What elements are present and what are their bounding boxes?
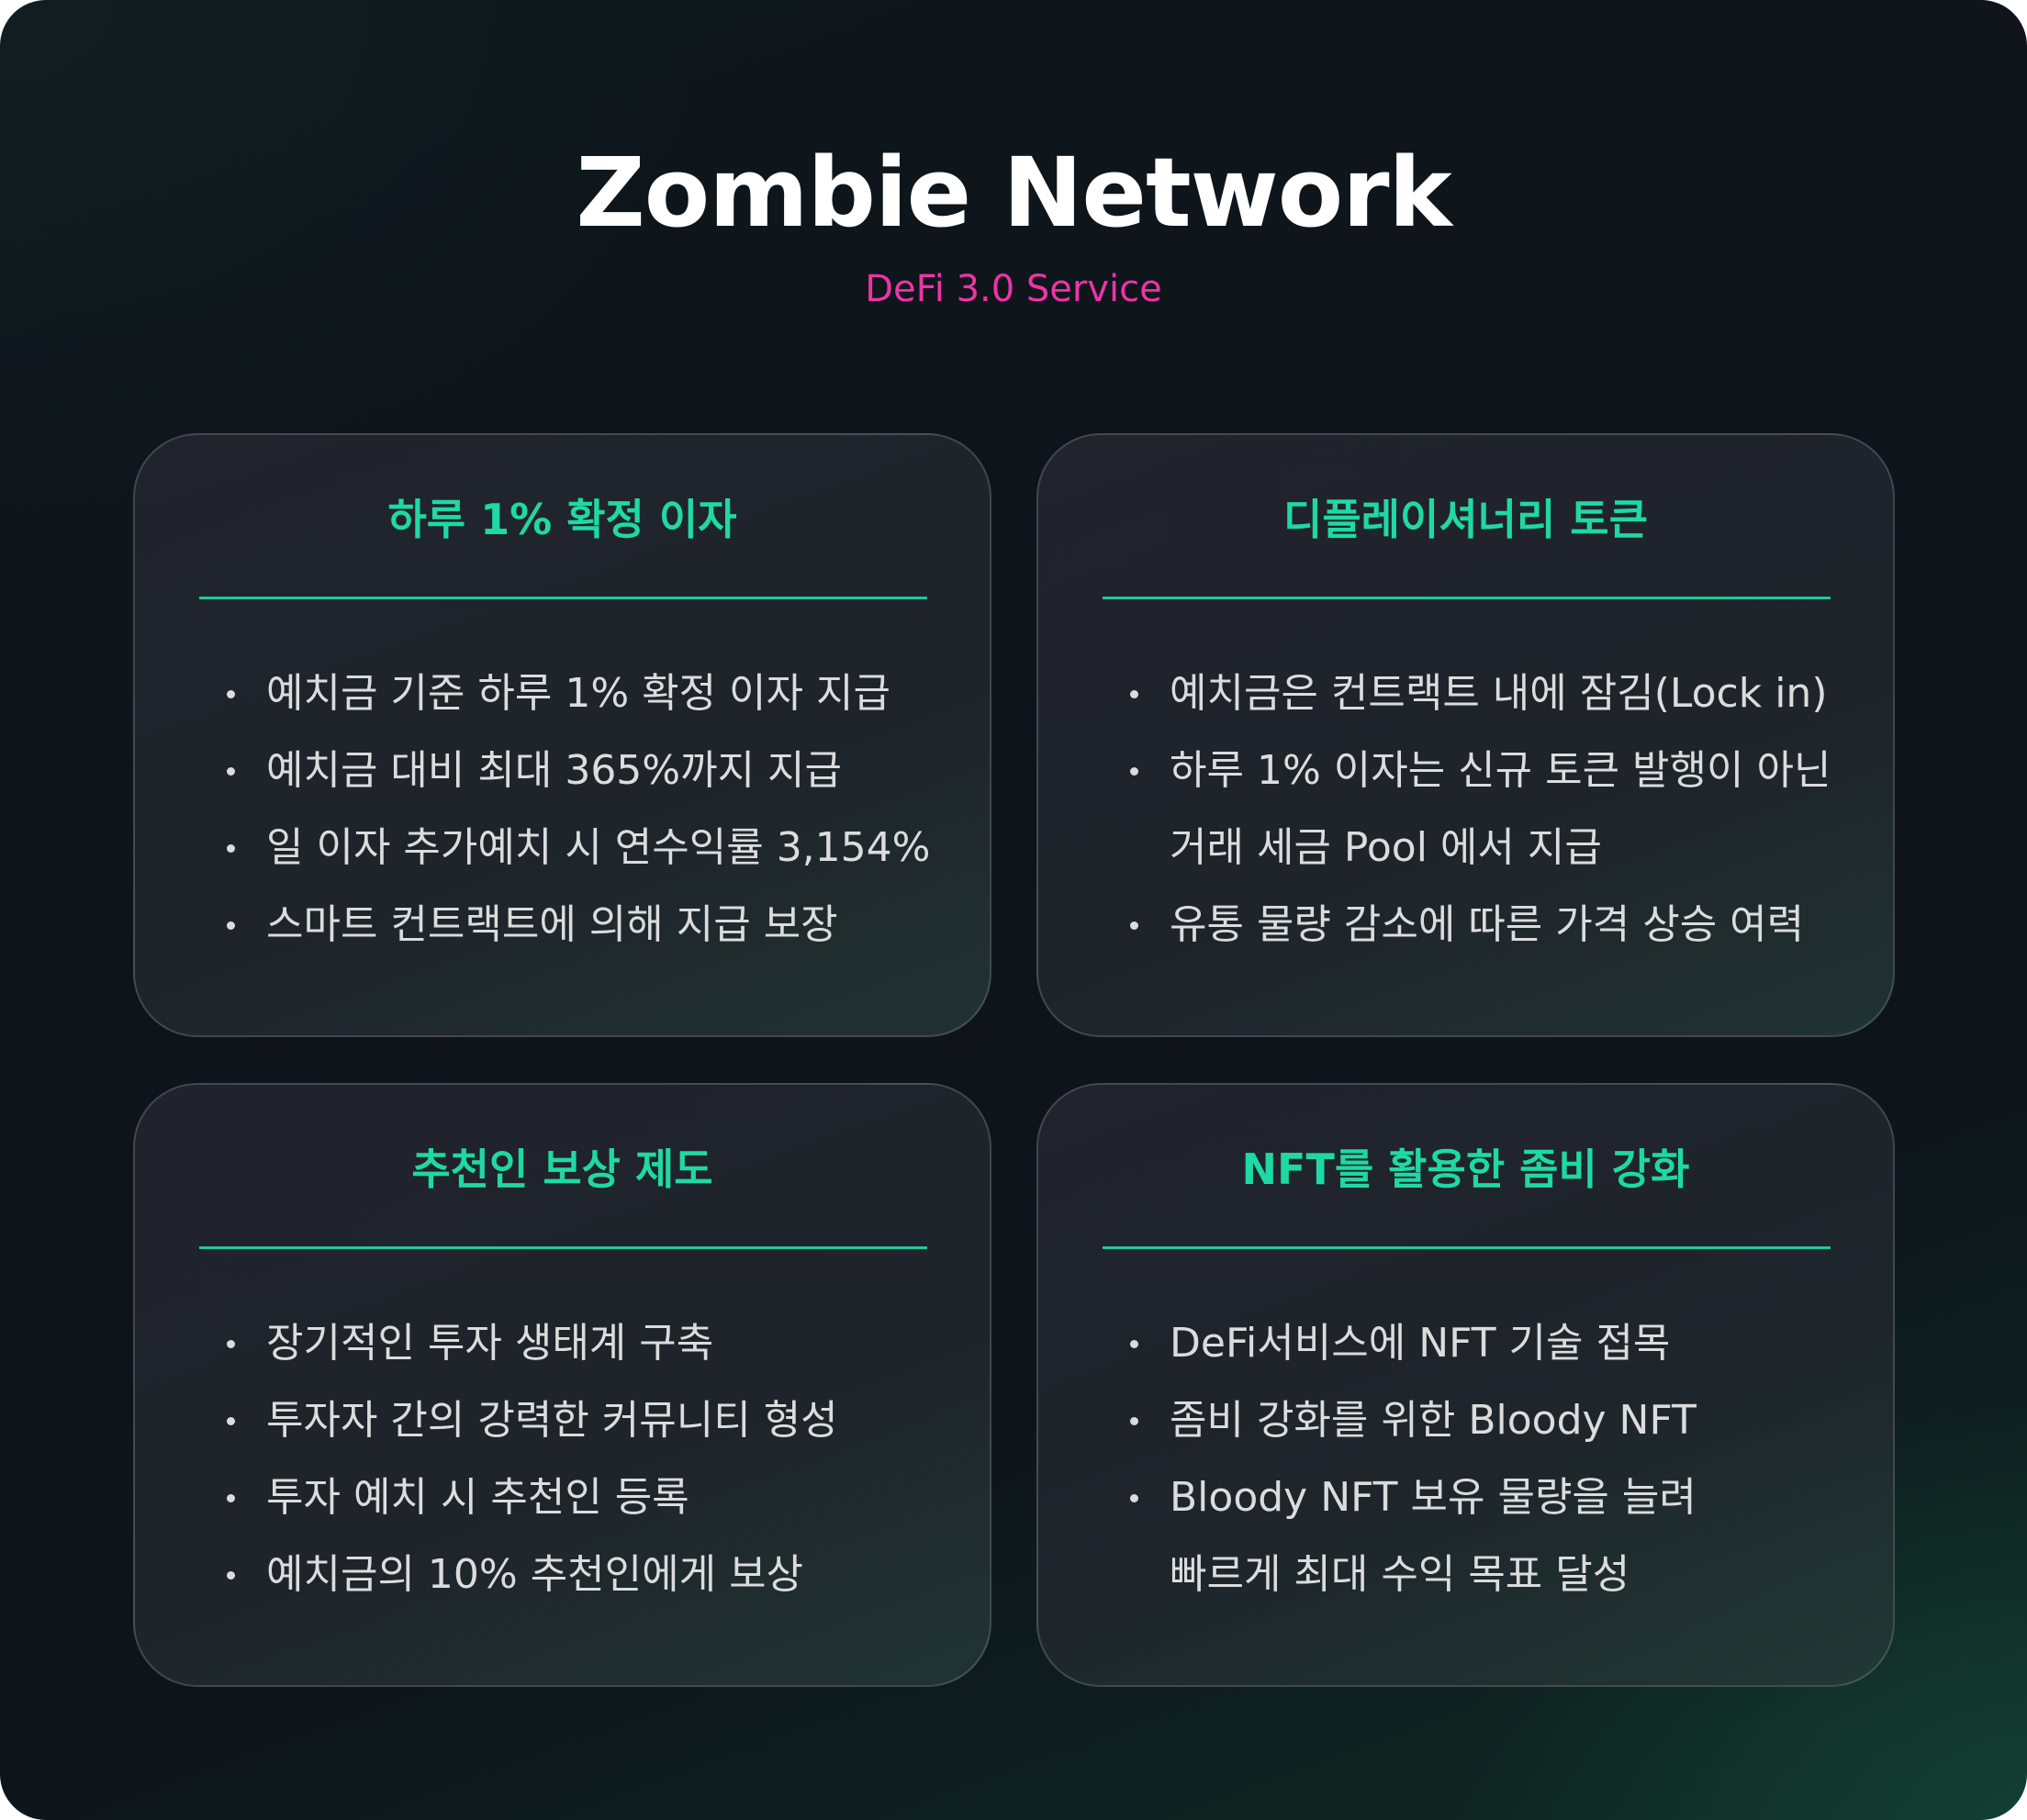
bullet-dot-icon: [227, 921, 235, 930]
list-item-text: 투자자 간의 강력한 커뮤니티 형성: [266, 1397, 838, 1444]
list-item: 일 이자 추가예치 시 연수익률 3,154%: [135, 810, 990, 887]
feature-card-deflationary-token: 디플레이셔너리 토큰 예치금은 컨트랙트 내에 잠김(Lock in) 하루 1…: [1036, 433, 1895, 1037]
card-title: 디플레이셔너리 토큰: [1283, 495, 1648, 544]
bullet-dot-icon: [227, 1340, 235, 1348]
list-item: 예치금 대비 최대 365%까지 지급: [135, 732, 990, 810]
list-item-text: 스마트 컨트랙트에 의해 지급 보장: [266, 901, 838, 948]
list-item-text: 유통 물량 감소에 따른 가격 상승 여력: [1170, 901, 1805, 948]
card-title: 추천인 보상 제도: [411, 1144, 713, 1194]
list-item: 예치금의 10% 추천인에게 보상: [135, 1536, 990, 1613]
list-item: 하루 1% 이자는 신규 토큰 발행이 아닌: [1038, 732, 1893, 810]
bullet-dot-icon: [227, 690, 235, 698]
list-item-text: 빠르게 최대 수익 목표 달성: [1170, 1551, 1630, 1598]
list-item-text: 예치금 기준 하루 1% 확정 이자 지급: [266, 670, 890, 717]
list-item: 투자 예치 시 추천인 등록: [135, 1459, 990, 1536]
list-item-text: 좀비 강화를 위한 Bloody NFT: [1170, 1397, 1697, 1444]
bullet-dot-icon: [1130, 921, 1138, 930]
list-item-text: 예치금의 10% 추천인에게 보상: [266, 1551, 804, 1598]
bullet-dot-icon: [227, 844, 235, 853]
bullet-dot-icon: [1130, 1340, 1138, 1348]
list-item: 장기적인 투자 생태계 구축: [135, 1305, 990, 1382]
list-item: 예치금 기준 하루 1% 확정 이자 지급: [135, 655, 990, 732]
card-divider: [199, 1246, 927, 1249]
page-subtitle: DeFi 3.0 Service: [865, 268, 1162, 310]
list-item-text: 장기적인 투자 생태계 구축: [266, 1320, 714, 1367]
list-item-text: 투자 예치 시 추천인 등록: [266, 1474, 689, 1521]
bullet-dot-icon: [227, 767, 235, 776]
bullet-dot-icon: [227, 1417, 235, 1425]
bullet-dot-icon: [227, 1571, 235, 1580]
bullet-dot-icon: [1130, 1494, 1138, 1502]
feature-card-referral-reward: 추천인 보상 제도 장기적인 투자 생태계 구축 투자자 간의 강력한 커뮤니티…: [133, 1083, 991, 1687]
list-item-continuation: 빠르게 최대 수익 목표 달성: [1038, 1536, 1893, 1613]
list-item-text: 예치금은 컨트랙트 내에 잠김(Lock in): [1170, 670, 1828, 717]
page-title: Zombie Network: [576, 137, 1451, 249]
bullet-list: DeFi서비스에 NFT 기술 접목 좀비 강화를 위한 Bloody NFT …: [1038, 1305, 1893, 1613]
card-divider: [1103, 597, 1831, 599]
list-item-text: 하루 1% 이자는 신규 토큰 발행이 아닌: [1170, 747, 1831, 794]
card-divider: [199, 597, 927, 599]
feature-card-nft-zombie: NFT를 활용한 좀비 강화 DeFi서비스에 NFT 기술 접목 좀비 강화를…: [1036, 1083, 1895, 1687]
list-item-text: 예치금 대비 최대 365%까지 지급: [266, 747, 843, 794]
list-item: 투자자 간의 강력한 커뮤니티 형성: [135, 1382, 990, 1459]
list-item: 스마트 컨트랙트에 의해 지급 보장: [135, 887, 990, 964]
list-item: 좀비 강화를 위한 Bloody NFT: [1038, 1382, 1893, 1459]
bullet-dot-icon: [227, 1494, 235, 1502]
bullet-list: 장기적인 투자 생태계 구축 투자자 간의 강력한 커뮤니티 형성 투자 예치 …: [135, 1305, 990, 1613]
list-item-text: DeFi서비스에 NFT 기술 접목: [1170, 1320, 1671, 1367]
list-item: 유통 물량 감소에 따른 가격 상승 여력: [1038, 887, 1893, 964]
list-item-text: 거래 세금 Pool 에서 지급: [1170, 824, 1602, 871]
bullet-list: 예치금 기준 하루 1% 확정 이자 지급 예치금 대비 최대 365%까지 지…: [135, 655, 990, 964]
page-frame: Zombie Network DeFi 3.0 Service 하루 1% 확정…: [0, 0, 2027, 1820]
list-item: Bloody NFT 보유 물량을 늘려: [1038, 1459, 1893, 1536]
card-title: 하루 1% 확정 이자: [387, 495, 737, 544]
list-item-text: 일 이자 추가예치 시 연수익률 3,154%: [266, 824, 931, 871]
list-item-continuation: 거래 세금 Pool 에서 지급: [1038, 810, 1893, 887]
list-item-text: Bloody NFT 보유 물량을 늘려: [1170, 1474, 1697, 1521]
card-divider: [1103, 1246, 1831, 1249]
list-item: 예치금은 컨트랙트 내에 잠김(Lock in): [1038, 655, 1893, 732]
bullet-dot-icon: [1130, 1417, 1138, 1425]
card-title: NFT를 활용한 좀비 강화: [1241, 1144, 1690, 1194]
list-item: DeFi서비스에 NFT 기술 접목: [1038, 1305, 1893, 1382]
bullet-dot-icon: [1130, 767, 1138, 776]
bullet-dot-icon: [1130, 690, 1138, 698]
bullet-list: 예치금은 컨트랙트 내에 잠김(Lock in) 하루 1% 이자는 신규 토큰…: [1038, 655, 1893, 964]
feature-card-daily-interest: 하루 1% 확정 이자 예치금 기준 하루 1% 확정 이자 지급 예치금 대비…: [133, 433, 991, 1037]
